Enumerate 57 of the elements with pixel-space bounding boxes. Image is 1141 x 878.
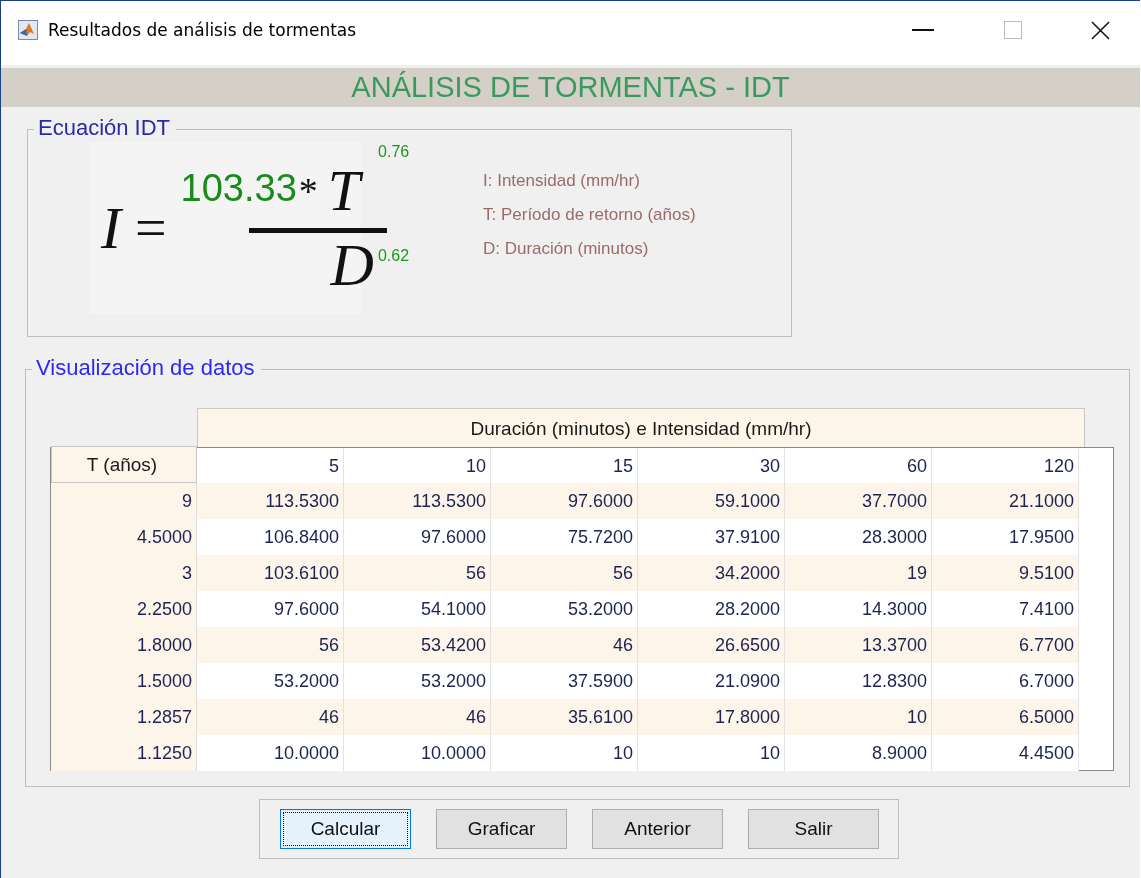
table-cell: 10.0000 <box>344 735 491 771</box>
legend-text: I: Intensidad (mm/hr) <box>483 170 641 191</box>
formula-symbol: = <box>135 196 167 260</box>
legend-text: T: Período de retorno (años) <box>483 204 696 225</box>
table-cell: 46 <box>344 699 491 735</box>
action-button[interactable]: Calcular <box>280 809 411 849</box>
exponent-value: 0.62 <box>377 246 410 265</box>
row-header: 9 <box>51 483 197 519</box>
table-cell: 113.5300 <box>344 483 491 519</box>
row-header: 2.2500 <box>51 591 197 627</box>
table-cell: 34.2000 <box>638 555 785 591</box>
formula-symbol: * <box>298 168 318 213</box>
table-cell: 103.6100 <box>197 555 344 591</box>
table-cell: 17.8000 <box>638 699 785 735</box>
table-cell: 8.9000 <box>785 735 932 771</box>
action-button[interactable]: Graficar <box>436 809 567 849</box>
action-button[interactable]: Anterior <box>592 809 723 849</box>
row-header: 3 <box>51 555 197 591</box>
table-cell: 53.4200 <box>344 627 491 663</box>
table-cell: 4.4500 <box>932 735 1079 771</box>
table-cell: 56 <box>344 555 491 591</box>
table-cell: 6.7700 <box>932 627 1079 663</box>
table-cell: 13.3700 <box>785 627 932 663</box>
formula-symbol: D <box>330 230 374 300</box>
table-cell: 56 <box>491 555 638 591</box>
table-cell: 9.5100 <box>932 555 1079 591</box>
table-cell: 97.6000 <box>491 483 638 519</box>
table-cell: 21.1000 <box>932 483 1079 519</box>
exponent-value: 0.76 <box>378 142 410 161</box>
table-cell: 6.5000 <box>932 699 1079 735</box>
row-header-title: T (años) <box>51 446 197 483</box>
table-cell: 37.7000 <box>785 483 932 519</box>
app-icon <box>18 20 38 40</box>
table-cell: 10 <box>785 699 932 735</box>
action-button[interactable]: Salir <box>748 809 879 849</box>
table-cell: 35.6100 <box>491 699 638 735</box>
coefficient-value: 103.33 <box>180 166 297 210</box>
table-cell: 19 <box>785 555 932 591</box>
table-cell: 46 <box>491 627 638 663</box>
window-title: Resultados de análisis de tormentas <box>48 20 358 40</box>
table-cell: 10 <box>491 735 638 771</box>
table-cell: 56 <box>197 627 344 663</box>
row-header: 4.5000 <box>51 519 197 555</box>
row-header: 1.2857 <box>51 699 197 735</box>
banner-title: ANÁLISIS DE TORMENTAS - IDT <box>1 68 1140 107</box>
table-cell: 59.1000 <box>638 483 785 519</box>
table-cell: 46 <box>197 699 344 735</box>
column-group-header: Duración (minutos) e Intensidad (mm/hr) <box>197 408 1085 447</box>
table-cell: 10.0000 <box>197 735 344 771</box>
row-header: 1.5000 <box>51 663 197 699</box>
table-cell: 113.5300 <box>197 483 344 519</box>
table-cell: 26.6500 <box>638 627 785 663</box>
legend-text: D: Duración (minutos) <box>483 238 650 259</box>
close-icon[interactable] <box>1091 20 1110 40</box>
table-cell: 10 <box>638 735 785 771</box>
row-header: 1.1250 <box>51 735 197 771</box>
row-header: 1.8000 <box>51 627 197 663</box>
